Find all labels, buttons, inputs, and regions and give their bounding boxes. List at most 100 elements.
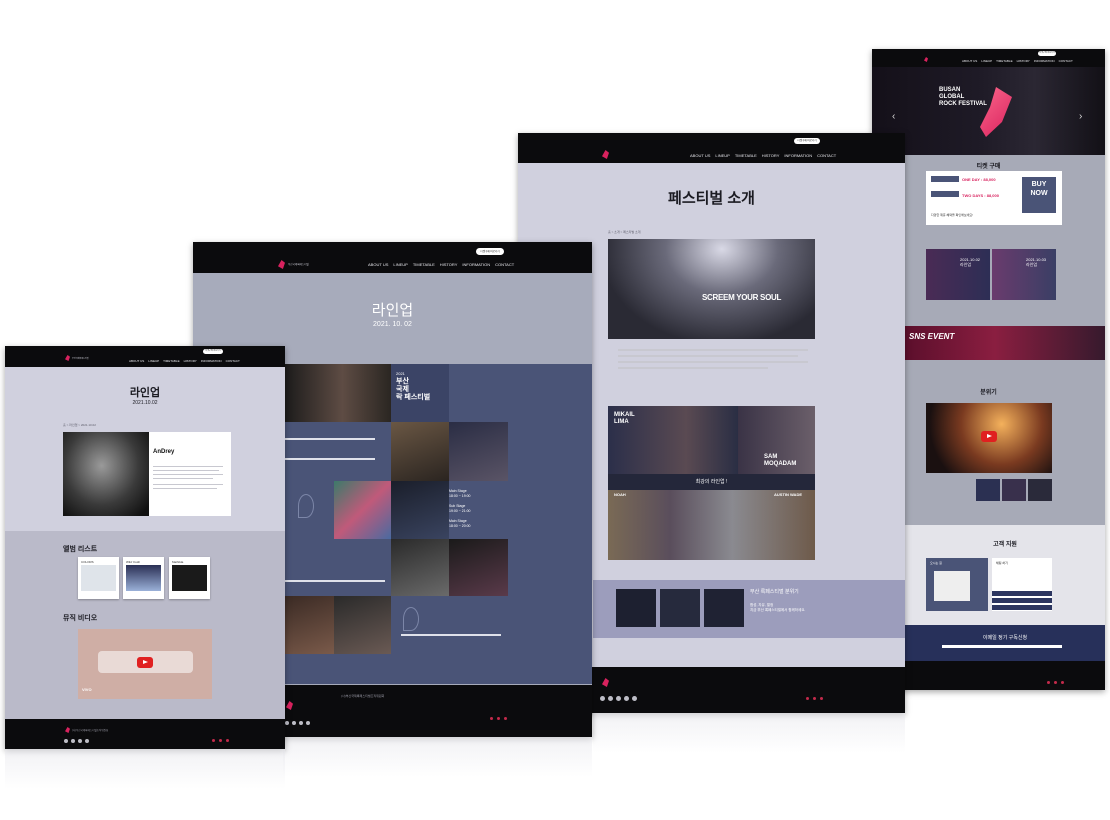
album-heading: 앨범 리스트	[63, 546, 98, 553]
play-icon[interactable]	[981, 431, 997, 442]
menu-timetable[interactable]: TIMETABLE	[996, 59, 1012, 63]
artist-photo[interactable]	[391, 481, 449, 539]
ticket-button[interactable]: 티켓구매 바로가기	[794, 138, 820, 144]
paragraph-line	[401, 634, 501, 636]
festival-logo-icon[interactable]	[602, 150, 609, 159]
menu-timetable[interactable]: TIMETABLE	[163, 359, 179, 363]
menu-information[interactable]: INFORMATION	[1034, 59, 1055, 63]
artist-photo	[63, 432, 149, 516]
menu-information[interactable]: INFORMATION	[784, 153, 812, 158]
subscribe-input[interactable]	[942, 645, 1062, 648]
footer-social-icons[interactable]	[600, 696, 637, 701]
nav-bar: ABOUT US LINEUP TIMETABLE HISTORY INFORM…	[518, 133, 905, 163]
ticket-card: ONE DAY : 88,000 TWO DAYS : 88,000 BUY N…	[926, 171, 1062, 225]
prev-arrow-icon[interactable]: ‹	[892, 111, 895, 122]
map-card[interactable]: 오시는 길	[926, 558, 988, 611]
map-label: 오시는 길	[930, 561, 942, 565]
paragraph-line	[153, 466, 223, 467]
hero-photo: SCREEM YOUR SOUL	[608, 239, 815, 339]
ticket-image	[931, 176, 959, 182]
artist-photo[interactable]	[391, 422, 449, 481]
menu-information[interactable]: INFORMATION	[201, 359, 222, 363]
menu-timetable[interactable]: TIMETABLE	[413, 262, 435, 267]
menu-history[interactable]: HISTORY	[762, 153, 780, 158]
mood-thumb[interactable]	[1002, 479, 1026, 501]
menu-lineup[interactable]: LINEUP	[393, 262, 407, 267]
page-date: 2021. 10. 02	[373, 321, 412, 328]
paragraph-line	[153, 478, 213, 479]
lineup-caption: 최강의 라인업 !	[695, 479, 728, 485]
menu-contact[interactable]: CONTACT	[1059, 59, 1073, 63]
artist-photo[interactable]	[449, 422, 508, 481]
paragraph-line	[153, 470, 219, 471]
footer-sns-icons[interactable]	[212, 739, 229, 742]
artist-photo[interactable]	[449, 539, 508, 596]
festival-logo-icon[interactable]	[278, 260, 285, 269]
lineup-tile[interactable]: 2021.10.03 라인업	[992, 249, 1056, 300]
hero-title: BUSAN GLOBAL ROCK FESTIVAL	[939, 87, 987, 107]
nav-bar: 부산국제록페스티벌 ABOUT US LINEUP TIMETABLE HIST…	[193, 242, 592, 273]
menu-about[interactable]: ABOUT US	[368, 262, 388, 267]
menu-about[interactable]: ABOUT US	[129, 359, 144, 363]
artist-name: NOAH	[614, 492, 626, 497]
mood-video[interactable]	[926, 403, 1052, 473]
menu-timetable[interactable]: TIMETABLE	[735, 153, 757, 158]
artist-photo[interactable]	[391, 539, 449, 596]
ticket-button[interactable]: 티켓구매 바로가기	[1038, 51, 1056, 56]
menu-history[interactable]: HISTORY	[440, 262, 458, 267]
mood-thumb[interactable]	[976, 479, 1000, 501]
contact-label: 채팅 하기	[996, 561, 1008, 565]
ticket-button[interactable]: 티켓구매 바로가기	[203, 349, 223, 354]
artist-photo[interactable]	[334, 481, 391, 539]
album-cover	[81, 565, 116, 591]
festival-logo-icon[interactable]	[924, 57, 928, 62]
footer-social-icons[interactable]	[285, 721, 310, 725]
music-video[interactable]: VIVO	[78, 629, 212, 699]
menu-history[interactable]: HISTORY	[184, 359, 197, 363]
page-date: 2021.10.02	[132, 400, 158, 406]
mood-thumb[interactable]	[1028, 479, 1052, 501]
next-arrow-icon[interactable]: ›	[1079, 111, 1082, 122]
menu-lineup[interactable]: LINEUP	[148, 359, 159, 363]
album-card[interactable]: Mathilda	[169, 557, 210, 599]
play-icon[interactable]	[137, 657, 153, 668]
lineup-tile[interactable]: 2021.10.02 라인업	[926, 249, 990, 300]
festival-logo-icon[interactable]	[65, 355, 70, 361]
menu-about[interactable]: ABOUT US	[690, 153, 710, 158]
footer-social-icons[interactable]	[1047, 681, 1064, 684]
buy-now-button[interactable]: BUY NOW	[1022, 177, 1056, 213]
footer-org: (사)부산국제록페스티벌조직위원회	[341, 694, 385, 698]
contact-button[interactable]	[992, 598, 1052, 603]
ticket-button[interactable]: 티켓구매 바로가기	[476, 248, 504, 255]
page-title: 라인업	[371, 302, 414, 319]
menu-contact[interactable]: CONTACT	[226, 359, 240, 363]
paragraph-line	[618, 367, 768, 369]
stage-time: Main Stage 18:00 ~ 19:00 Sub Stage 19:00 ~…	[449, 489, 471, 528]
menu-lineup[interactable]: LINEUP	[715, 153, 729, 158]
menu-lineup[interactable]: LINEUP	[981, 59, 992, 63]
sns-event-banner[interactable]: SNS EVENT	[905, 326, 1105, 360]
artist-photo[interactable]	[283, 596, 334, 654]
album-card[interactable]: COLORS	[78, 557, 119, 599]
mood-thumb[interactable]	[660, 589, 700, 627]
menu-information[interactable]: INFORMATION	[462, 262, 490, 267]
contact-button[interactable]	[992, 591, 1052, 596]
artist-name: SAM MOQADAM	[764, 454, 797, 467]
footer-sns-icons[interactable]	[806, 697, 823, 700]
artist-photo[interactable]	[283, 364, 391, 422]
contact-button[interactable]	[992, 605, 1052, 610]
menu-history[interactable]: HISTORY	[1017, 59, 1030, 63]
mood-thumb[interactable]	[616, 589, 656, 627]
paragraph-line	[153, 484, 223, 485]
subscribe-section	[905, 625, 1105, 661]
menu-contact[interactable]: CONTACT	[495, 262, 514, 267]
menu-about[interactable]: ABOUT US	[962, 59, 977, 63]
ticket-image	[931, 191, 959, 197]
album-card[interactable]: Wild Youth	[123, 557, 164, 599]
paragraph-line	[618, 361, 808, 363]
footer-sns-icons[interactable]	[490, 717, 507, 720]
footer-social-icons[interactable]	[64, 739, 89, 743]
menu-contact[interactable]: CONTACT	[817, 153, 836, 158]
artist-photo[interactable]	[334, 596, 391, 654]
mood-thumb[interactable]	[704, 589, 744, 627]
